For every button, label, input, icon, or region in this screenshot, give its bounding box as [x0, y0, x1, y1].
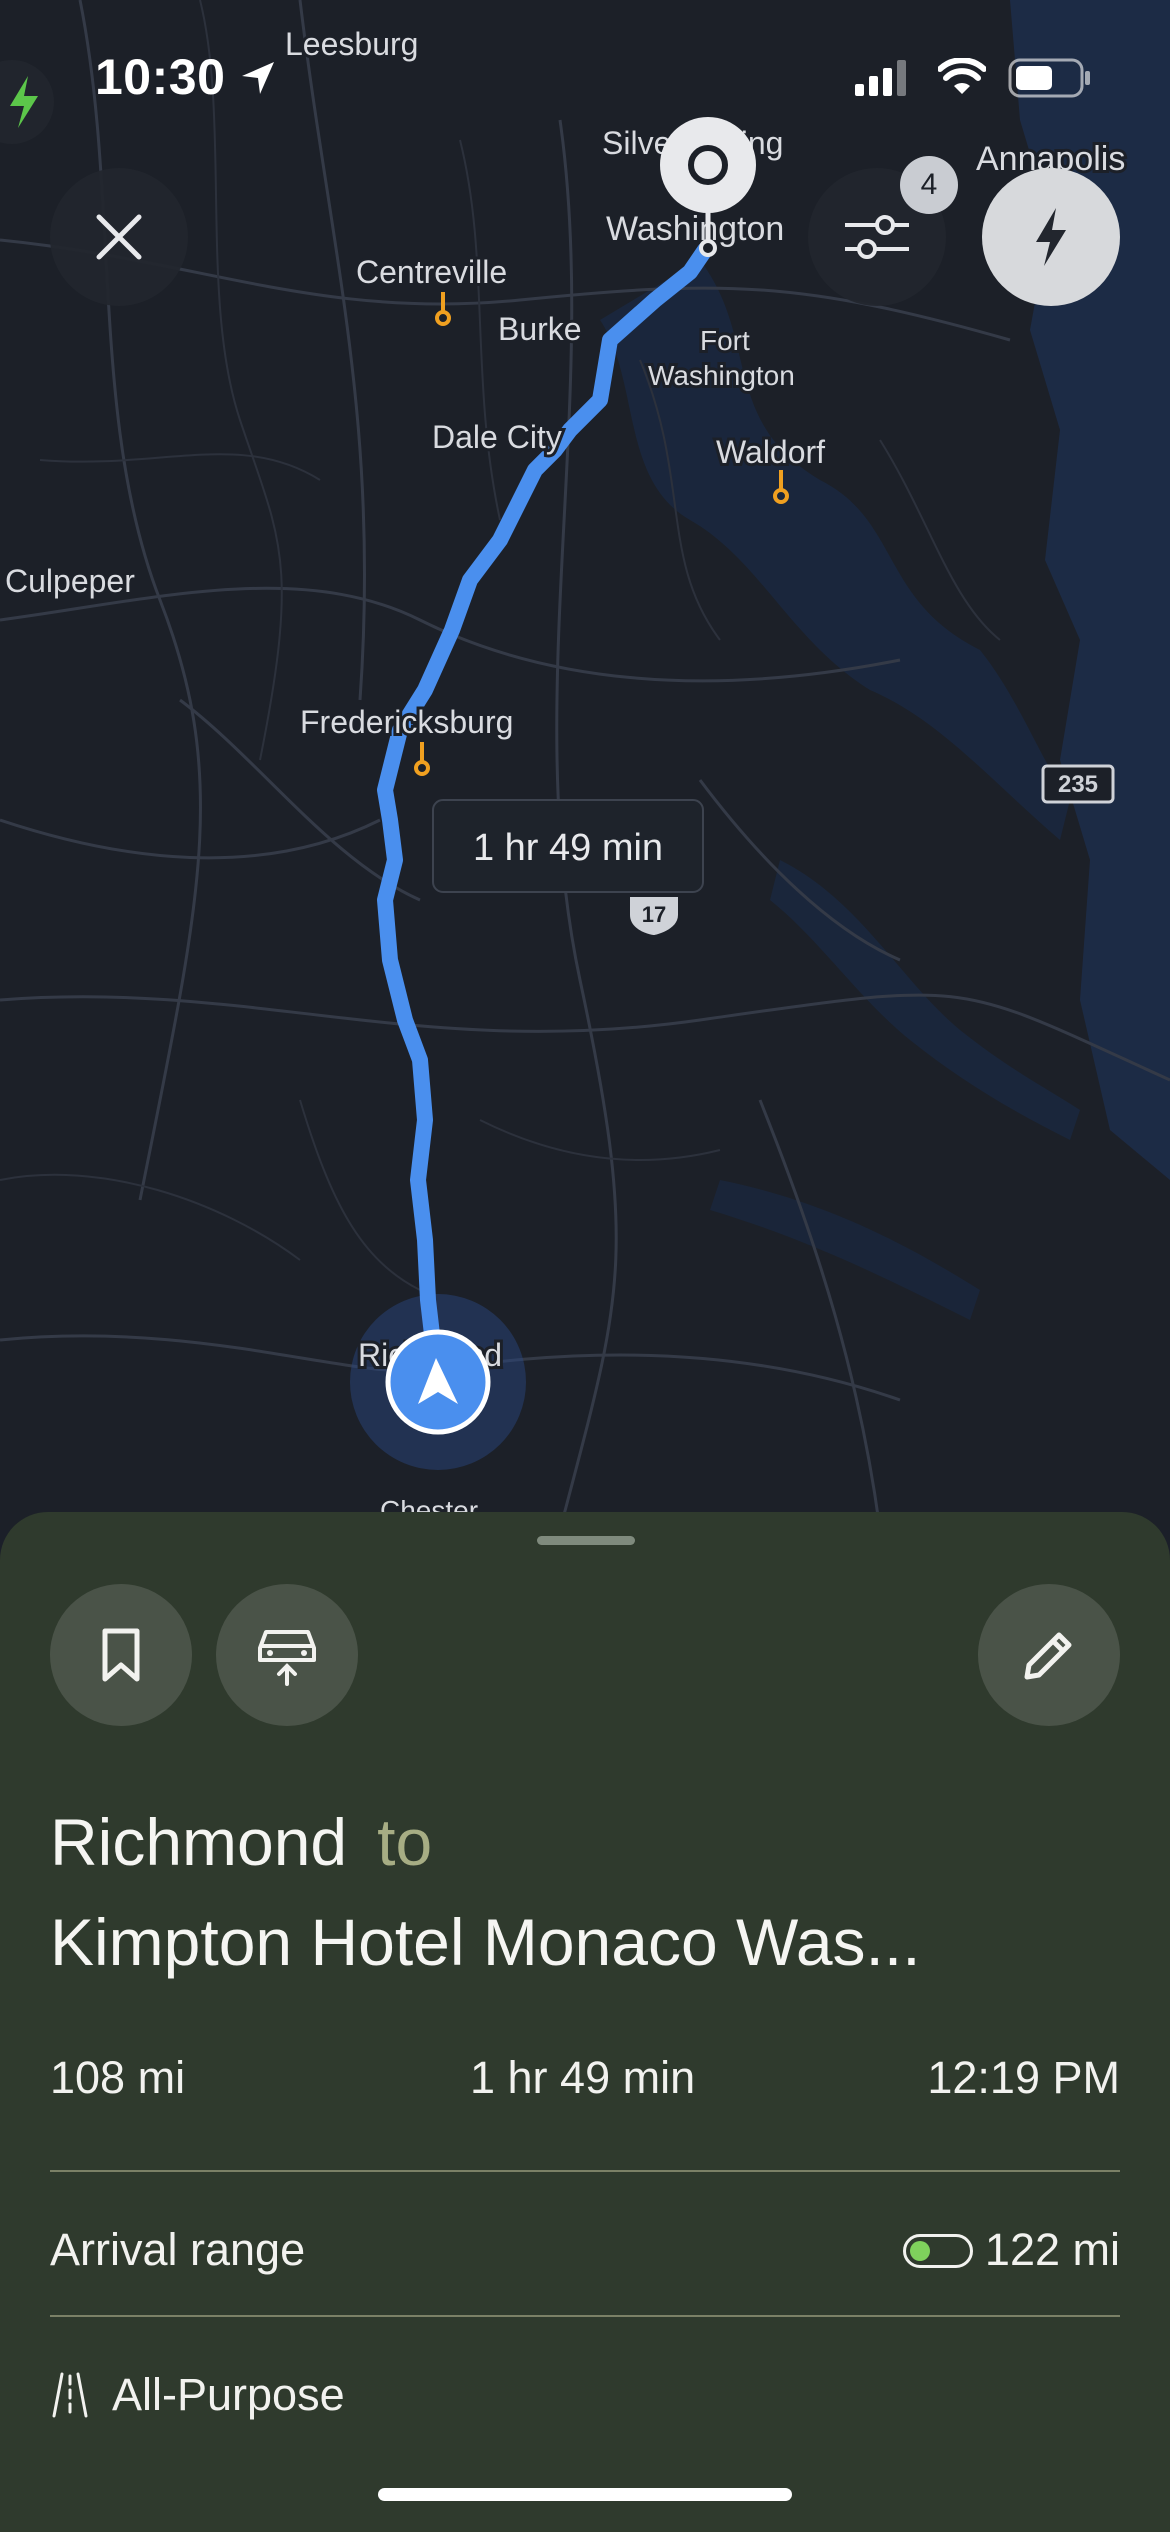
bolt-icon: [10, 76, 38, 128]
status-bar: 10:30: [0, 0, 1170, 150]
battery-icon: [1008, 58, 1090, 98]
sliders-icon: [845, 215, 909, 259]
label-dale-city: Dale City: [432, 419, 562, 455]
route-mode-row[interactable]: All-Purpose: [50, 2367, 345, 2423]
status-time: 10:30: [95, 49, 226, 105]
label-culpeper: Culpeper: [5, 563, 135, 599]
label-fredericksburg: Fredericksburg: [300, 704, 513, 740]
road-icon: [52, 2372, 88, 2418]
label-fort: Fort: [700, 325, 750, 356]
route-duration-bubble: 1 hr 49 min: [432, 799, 704, 893]
arrival-range-label: Arrival range: [50, 2224, 306, 2275]
location-arrow-icon: [242, 62, 274, 94]
route-shield-235: 235: [1041, 764, 1115, 804]
svg-text:1 hr 49 min: 1 hr 49 min: [473, 827, 663, 869]
bookmark-icon: [102, 1628, 140, 1682]
svg-text:235: 235: [1058, 771, 1098, 798]
signal-icon: [855, 60, 906, 96]
svg-text:17: 17: [642, 902, 666, 927]
arrival-battery-icon: [903, 2234, 973, 2268]
route-to-word: to: [377, 1805, 433, 1879]
label-burke: Burke: [498, 311, 582, 347]
edit-route-button[interactable]: [978, 1584, 1120, 1726]
route-details-sheet: Richmond to Kimpton Hotel Monaco Was... 1…: [0, 1512, 1170, 2532]
filter-count-badge: 4: [900, 156, 958, 214]
route-mode-label: All-Purpose: [112, 2369, 345, 2420]
home-indicator[interactable]: [378, 2488, 792, 2501]
close-button[interactable]: [50, 168, 188, 306]
close-icon: [96, 214, 142, 260]
current-location-marker: [385, 1329, 491, 1435]
charging-indicator: [0, 60, 54, 144]
label-waldorf: Waldorf: [716, 434, 825, 470]
arrival-time: 12:19 PM: [927, 2052, 1120, 2103]
divider: [50, 2170, 1120, 2172]
sheet-grabber[interactable]: [537, 1536, 635, 1545]
charging-stops-button[interactable]: [982, 168, 1120, 306]
wifi-icon: [938, 58, 986, 94]
route-distance: 108 mi: [50, 2052, 186, 2103]
divider: [50, 2315, 1120, 2317]
send-to-vehicle-button[interactable]: [216, 1584, 358, 1726]
bolt-icon: [1036, 208, 1066, 266]
label-centreville: Centreville: [356, 254, 507, 290]
route-origin-line: Richmond to: [50, 1804, 432, 1880]
save-route-button[interactable]: [50, 1584, 192, 1726]
car-send-icon: [258, 1630, 316, 1686]
route-origin: Richmond: [50, 1805, 348, 1879]
route-duration: 1 hr 49 min: [470, 2052, 696, 2103]
label-washington: Washington: [606, 210, 784, 248]
label-fort-washington: Washington: [648, 360, 795, 391]
route-destination: Kimpton Hotel Monaco Was...: [50, 1905, 921, 1979]
pencil-icon: [1024, 1632, 1072, 1680]
arrival-range-value: 122 mi: [984, 2224, 1120, 2275]
